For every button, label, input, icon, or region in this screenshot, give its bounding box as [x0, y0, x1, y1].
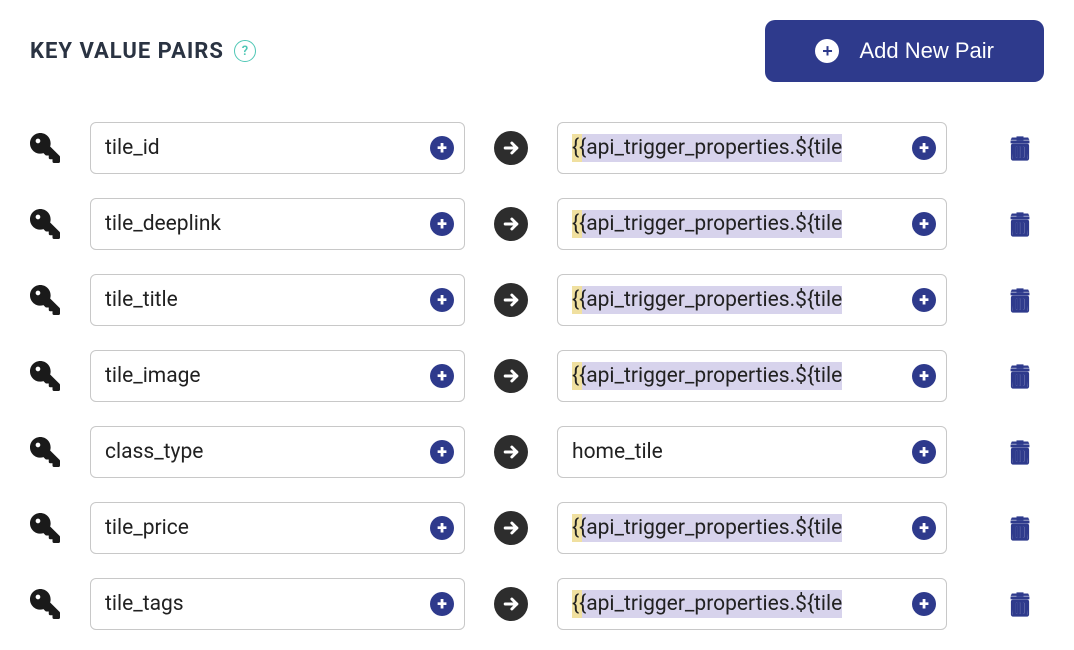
pair-row: tile_price + {{api_trigger_properties.${t… [30, 502, 1044, 554]
add-to-key-icon[interactable]: + [430, 440, 454, 464]
trash-icon [1006, 304, 1034, 319]
delete-pair-button[interactable] [1006, 208, 1034, 240]
delete-pair-button[interactable] [1006, 512, 1034, 544]
trash-column [947, 284, 1044, 316]
value-text: {{api_trigger_properties.${tile [572, 362, 904, 390]
add-to-key-icon[interactable]: + [430, 592, 454, 616]
trash-icon [1006, 456, 1034, 471]
value-input[interactable]: {{api_trigger_properties.${tile + [557, 274, 947, 326]
trash-column [947, 588, 1044, 620]
value-text: {{api_trigger_properties.${tile [572, 210, 904, 238]
key-icon [30, 361, 90, 391]
delete-pair-button[interactable] [1006, 360, 1034, 392]
add-new-pair-button[interactable]: + Add New Pair [765, 20, 1044, 82]
trash-column [947, 208, 1044, 240]
key-text: tile_image [105, 364, 422, 388]
key-text: tile_title [105, 288, 422, 312]
pair-row: tile_id + {{api_trigger_properties.${tile… [30, 122, 1044, 174]
header-row: KEY VALUE PAIRS ? + Add New Pair [30, 20, 1044, 82]
key-text: tile_price [105, 516, 422, 540]
key-icon [30, 589, 90, 619]
pair-row: tile_title + {{api_trigger_properties.${t… [30, 274, 1044, 326]
add-to-value-icon[interactable]: + [912, 364, 936, 388]
add-to-value-icon[interactable]: + [912, 136, 936, 160]
value-text: {{api_trigger_properties.${tile [572, 514, 904, 542]
delete-pair-button[interactable] [1006, 132, 1034, 164]
key-input[interactable]: tile_title + [90, 274, 465, 326]
pair-row: tile_tags + {{api_trigger_properties.${ti… [30, 578, 1044, 630]
arrow-right-icon [494, 435, 528, 469]
arrow-right-icon [494, 511, 528, 545]
key-input[interactable]: class_type + [90, 426, 465, 478]
pair-row: class_type + home_tile + [30, 426, 1044, 478]
key-icon [30, 285, 90, 315]
trash-column [947, 360, 1044, 392]
key-input[interactable]: tile_deeplink + [90, 198, 465, 250]
plus-icon: + [815, 39, 839, 63]
arrow-right-icon [494, 587, 528, 621]
key-input[interactable]: tile_id + [90, 122, 465, 174]
key-icon [30, 437, 90, 467]
add-to-key-icon[interactable]: + [430, 288, 454, 312]
arrow-right-icon [494, 359, 528, 393]
arrow-column [465, 435, 557, 469]
key-input[interactable]: tile_image + [90, 350, 465, 402]
delete-pair-button[interactable] [1006, 436, 1034, 468]
arrow-right-icon [494, 207, 528, 241]
key-icon [30, 513, 90, 543]
arrow-column [465, 283, 557, 317]
value-input[interactable]: {{api_trigger_properties.${tile + [557, 502, 947, 554]
key-input[interactable]: tile_tags + [90, 578, 465, 630]
value-input[interactable]: home_tile + [557, 426, 947, 478]
trash-column [947, 512, 1044, 544]
add-button-label: Add New Pair [859, 38, 994, 64]
arrow-column [465, 511, 557, 545]
key-icon [30, 209, 90, 239]
arrow-right-icon [494, 131, 528, 165]
key-text: tile_deeplink [105, 212, 422, 236]
value-input[interactable]: {{api_trigger_properties.${tile + [557, 198, 947, 250]
key-text: tile_id [105, 136, 422, 160]
add-to-key-icon[interactable]: + [430, 364, 454, 388]
add-to-value-icon[interactable]: + [912, 592, 936, 616]
trash-icon [1006, 608, 1034, 623]
value-input[interactable]: {{api_trigger_properties.${tile + [557, 578, 947, 630]
add-to-value-icon[interactable]: + [912, 212, 936, 236]
add-to-key-icon[interactable]: + [430, 136, 454, 160]
trash-column [947, 132, 1044, 164]
key-text: tile_tags [105, 592, 422, 616]
add-to-value-icon[interactable]: + [912, 516, 936, 540]
value-text: {{api_trigger_properties.${tile [572, 134, 904, 162]
value-input[interactable]: {{api_trigger_properties.${tile + [557, 350, 947, 402]
value-text: {{api_trigger_properties.${tile [572, 286, 904, 314]
key-text: class_type [105, 440, 422, 464]
trash-icon [1006, 228, 1034, 243]
arrow-right-icon [494, 283, 528, 317]
help-icon[interactable]: ? [234, 40, 256, 62]
delete-pair-button[interactable] [1006, 588, 1034, 620]
pair-row: tile_image + {{api_trigger_properties.${t… [30, 350, 1044, 402]
arrow-column [465, 359, 557, 393]
trash-icon [1006, 532, 1034, 547]
section-title: KEY VALUE PAIRS [30, 39, 224, 64]
value-text: {{api_trigger_properties.${tile [572, 590, 904, 618]
add-to-key-icon[interactable]: + [430, 212, 454, 236]
trash-icon [1006, 152, 1034, 167]
trash-column [947, 436, 1044, 468]
add-to-value-icon[interactable]: + [912, 288, 936, 312]
arrow-column [465, 131, 557, 165]
title-group: KEY VALUE PAIRS ? [30, 39, 256, 64]
key-icon [30, 133, 90, 163]
value-input[interactable]: {{api_trigger_properties.${tile + [557, 122, 947, 174]
key-input[interactable]: tile_price + [90, 502, 465, 554]
add-to-value-icon[interactable]: + [912, 440, 936, 464]
value-text: home_tile [572, 440, 904, 464]
arrow-column [465, 587, 557, 621]
key-value-pairs-list: tile_id + {{api_trigger_properties.${tile… [30, 122, 1044, 630]
add-to-key-icon[interactable]: + [430, 516, 454, 540]
trash-icon [1006, 380, 1034, 395]
pair-row: tile_deeplink + {{api_trigger_properties.… [30, 198, 1044, 250]
arrow-column [465, 207, 557, 241]
delete-pair-button[interactable] [1006, 284, 1034, 316]
